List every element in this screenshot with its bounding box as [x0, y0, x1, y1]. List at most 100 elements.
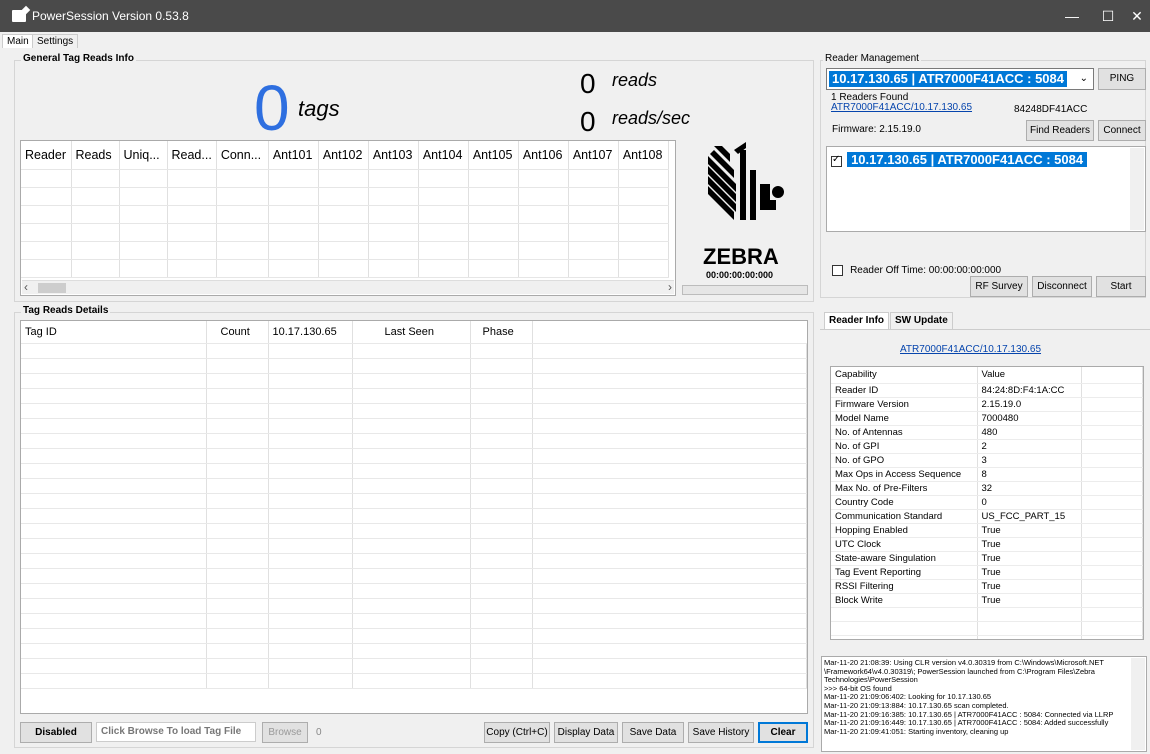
reader-found-link[interactable]: ATR7000F41ACC/10.17.130.65	[831, 102, 972, 113]
capability-name: No. of GPI	[831, 439, 978, 454]
col-value[interactable]: Value	[977, 367, 1082, 384]
save-data-button[interactable]: Save Data	[622, 722, 684, 743]
tab-settings[interactable]: Settings	[32, 34, 79, 48]
tag-file-field[interactable]: Click Browse To load Tag File	[96, 722, 256, 742]
col-reader[interactable]: Reader	[21, 141, 72, 170]
save-history-button[interactable]: Save History	[688, 722, 754, 743]
capability-name: Country Code	[831, 495, 978, 510]
window-title: PowerSession Version 0.53.8	[32, 9, 189, 23]
col-last-seen[interactable]: Last Seen	[352, 321, 471, 344]
table-row: Max Ops in Access Sequence 8	[831, 467, 1143, 482]
capability-name: Max No. of Pre-Filters	[831, 481, 978, 496]
start-button[interactable]: Start	[1096, 276, 1146, 297]
capability-value: True	[977, 565, 1082, 580]
firmware-text: Firmware: 2.15.19.0	[832, 124, 921, 135]
tab-sw-update[interactable]: SW Update	[890, 312, 953, 330]
ping-button[interactable]: PING	[1098, 68, 1146, 90]
col-ant105[interactable]: Ant105	[468, 141, 519, 170]
col-reader-ip[interactable]: 10.17.130.65	[268, 321, 353, 344]
chevron-down-icon[interactable]: ⌄	[1080, 73, 1088, 84]
col-ant106[interactable]: Ant106	[518, 141, 569, 170]
display-data-button[interactable]: Display Data	[554, 722, 618, 743]
log-line: Mar-11-20 21:09:41:051: Starting invento…	[824, 727, 1009, 736]
reader-info-link[interactable]: ATR7000F41ACC/10.17.130.65	[900, 344, 1041, 355]
scroll-thumb[interactable]	[38, 283, 66, 293]
capability-value: 2	[977, 439, 1082, 454]
log-line: Mar-11-20 21:09:16:449: 10.17.130.65 | A…	[824, 719, 1109, 728]
reader-off-time[interactable]: Reader Off Time: 00:00:00:00:000	[832, 264, 1001, 276]
event-log[interactable]: Mar-11-20 21:08:39: Using CLR version v4…	[821, 656, 1147, 752]
col-ant103[interactable]: Ant103	[368, 141, 419, 170]
clear-button[interactable]: Clear	[758, 722, 808, 743]
reader-off-time-label: Reader Off Time: 00:00:00:00:000	[850, 265, 1002, 276]
disconnect-button[interactable]: Disconnect	[1032, 276, 1092, 297]
table-row: No. of Antennas 480	[831, 425, 1143, 440]
tab-main[interactable]: Main	[2, 34, 34, 48]
tag-details-table: Tag ID Count 10.17.130.65 Last Seen Phas…	[21, 321, 807, 689]
reader-off-time-checkbox[interactable]	[832, 264, 843, 276]
capability-value: US_FCC_PART_15	[977, 509, 1082, 524]
reader-summary-grid[interactable]: Reader Reads Uniq... Read... Conn... Ant…	[20, 140, 676, 296]
capability-value: 0	[977, 495, 1082, 510]
capability-value: 7000480	[977, 411, 1082, 426]
table-row: Firmware Version 2.15.19.0	[831, 397, 1143, 412]
col-capability[interactable]: Capability	[831, 367, 978, 384]
table-row: Model Name 7000480	[831, 411, 1143, 426]
capability-value: True	[977, 579, 1082, 594]
reader-select-value: 10.17.130.65 | ATR7000F41ACC : 5084	[829, 71, 1067, 87]
capabilities-grid[interactable]: Capability Value Reader ID 84:24:8D:F4:1A…	[830, 366, 1144, 640]
table-row: Reader ID 84:24:8D:F4:1A:CC	[831, 383, 1143, 398]
col-unique[interactable]: Uniq...	[119, 141, 168, 170]
reader-select[interactable]: 10.17.130.65 | ATR7000F41ACC : 5084 ⌄	[826, 68, 1094, 90]
capability-name: Communication Standard	[831, 509, 978, 524]
log-line: Technologies\PowerSession	[824, 676, 918, 685]
summary-horizontal-scrollbar[interactable]: ‹ ›	[22, 280, 674, 294]
tag-details-grid[interactable]: Tag ID Count 10.17.130.65 Last Seen Phas…	[20, 320, 808, 714]
find-readers-button[interactable]: Find Readers	[1026, 120, 1094, 141]
reader-item-checkbox[interactable]	[831, 154, 842, 167]
capability-value: True	[977, 593, 1082, 608]
app-icon	[12, 10, 26, 22]
col-reads[interactable]: Reads	[71, 141, 120, 170]
reader-list[interactable]: 10.17.130.65 | ATR7000F41ACC : 5084	[826, 146, 1146, 232]
scroll-right-icon[interactable]: ›	[668, 280, 672, 294]
log-line: Mar-11-20 21:09:06:402: Looking for 10.1…	[824, 693, 992, 702]
reader-list-item[interactable]: 10.17.130.65 | ATR7000F41ACC : 5084	[831, 152, 1131, 170]
capability-name: Reader ID	[831, 383, 978, 398]
scroll-left-icon[interactable]: ‹	[24, 280, 28, 294]
maximize-button[interactable]: ☐	[1088, 0, 1128, 32]
table-row: State-aware Singulation True	[831, 551, 1143, 566]
col-phase[interactable]: Phase	[470, 321, 533, 344]
capability-name: Block Write	[831, 593, 978, 608]
tags-count: 0	[254, 72, 290, 144]
inventory-progress-bar	[682, 285, 808, 295]
reader-list-scrollbar[interactable]	[1130, 148, 1144, 230]
capability-value: 480	[977, 425, 1082, 440]
disabled-button[interactable]: Disabled	[20, 722, 92, 743]
table-row: Max No. of Pre-Filters 32	[831, 481, 1143, 496]
close-button[interactable]: ✕	[1124, 0, 1150, 32]
col-connection[interactable]: Conn...	[216, 141, 269, 170]
minimize-button[interactable]: —	[1052, 0, 1092, 32]
table-row: Hopping Enabled True	[831, 523, 1143, 538]
reads-per-sec-label: reads/sec	[612, 108, 691, 128]
col-read-rate[interactable]: Read...	[167, 141, 217, 170]
rf-survey-button[interactable]: RF Survey	[970, 276, 1028, 297]
log-scrollbar[interactable]	[1131, 658, 1145, 750]
col-count[interactable]: Count	[206, 321, 269, 344]
col-ant107[interactable]: Ant107	[568, 141, 619, 170]
tab-reader-info[interactable]: Reader Info	[824, 312, 890, 330]
col-tag-id[interactable]: Tag ID	[21, 321, 207, 344]
browse-button[interactable]: Browse	[262, 722, 308, 743]
col-ant104[interactable]: Ant104	[418, 141, 469, 170]
col-ant101[interactable]: Ant101	[268, 141, 319, 170]
table-row: Communication Standard US_FCC_PART_15	[831, 509, 1143, 524]
col-ant108[interactable]: Ant108	[618, 141, 669, 170]
elapsed-timer: 00:00:00:00:000	[706, 270, 774, 280]
capability-name: No. of GPO	[831, 453, 978, 468]
capability-value: 32	[977, 481, 1082, 496]
connect-button[interactable]: Connect	[1098, 120, 1146, 141]
copy-button[interactable]: Copy (Ctrl+C)	[484, 722, 550, 743]
col-ant102[interactable]: Ant102	[318, 141, 369, 170]
browse-count: 0	[316, 727, 322, 738]
